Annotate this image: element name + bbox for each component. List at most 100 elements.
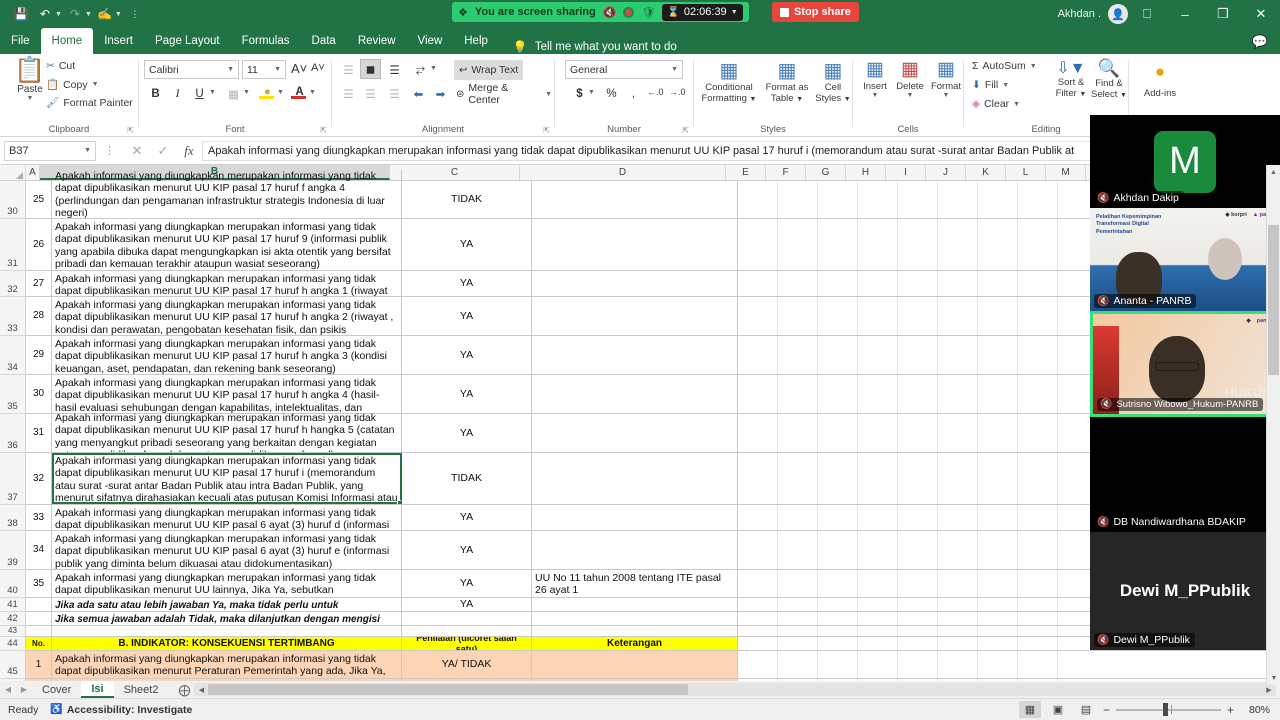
fill-button[interactable]: ⬇ Fill ▼ [972, 79, 1009, 91]
cell-a44[interactable]: No. [26, 637, 52, 650]
cell-k37[interactable] [978, 453, 1018, 504]
cell-l43[interactable] [1018, 626, 1058, 636]
tab-insert[interactable]: Insert [93, 28, 144, 54]
cell-h39[interactable] [858, 531, 898, 569]
next-sheet-icon[interactable]: ▶ [16, 685, 32, 694]
cell-i33[interactable] [898, 297, 938, 335]
cell-h41[interactable] [858, 598, 898, 611]
vertical-scroll-thumb[interactable] [1268, 225, 1279, 375]
cell-l34[interactable] [1018, 336, 1058, 374]
zoom-out-button[interactable]: − [1103, 703, 1110, 717]
cell-f31[interactable] [778, 219, 818, 270]
cell-b30[interactable]: Apakah informasi yang diungkapkan merupa… [52, 170, 402, 218]
comments-icon[interactable]: 💬 [1252, 34, 1268, 50]
cell-i37[interactable] [898, 453, 938, 504]
row-header[interactable]: 42 [0, 612, 26, 626]
insert-function-icon[interactable]: fx [176, 143, 202, 159]
cell-f38[interactable] [778, 505, 818, 530]
tab-page-layout[interactable]: Page Layout [144, 28, 231, 54]
cell-i32[interactable] [898, 271, 938, 296]
borders-dropdown-icon[interactable]: ▼ [243, 89, 250, 96]
row-header[interactable]: 31 [0, 219, 26, 271]
cell-a36[interactable]: 31 [26, 414, 52, 452]
cancel-edit-icon[interactable]: ✕ [124, 143, 150, 159]
cell-g38[interactable] [818, 505, 858, 530]
cell-l45[interactable] [1018, 651, 1058, 678]
cell-j40[interactable] [938, 570, 978, 597]
horizontal-scroll-thumb[interactable] [208, 684, 689, 695]
cell-f33[interactable] [778, 297, 818, 335]
font-size-combo[interactable]: 11 ▼ [242, 60, 286, 79]
format-cells-button[interactable]: ▦ Format ▼ [929, 58, 963, 99]
sheet-tab-sheet2[interactable]: Sheet2 [114, 681, 169, 698]
cell-i39[interactable] [898, 531, 938, 569]
align-right-icon[interactable]: ☰ [384, 84, 405, 104]
accessibility-status[interactable]: ♿ Accessibility: Investigate [50, 704, 192, 716]
cell-e34[interactable] [738, 336, 778, 374]
cell-e38[interactable] [738, 505, 778, 530]
cell-a35[interactable]: 30 [26, 375, 52, 413]
fill-color-button[interactable]: ● [257, 82, 278, 102]
cell-d31[interactable] [532, 219, 738, 270]
row-header[interactable]: 30 [0, 181, 26, 219]
vertical-scrollbar[interactable]: ▲ ▼ [1266, 165, 1280, 685]
fill-dropdown-icon[interactable]: ▼ [277, 89, 284, 96]
delete-cells-button[interactable]: ▦ Delete ▼ [893, 58, 927, 99]
cell-k40[interactable] [978, 570, 1018, 597]
chevron-down-icon[interactable]: ▼ [731, 9, 738, 16]
clear-dropdown-icon[interactable]: ▼ [1013, 101, 1020, 108]
tell-me-box[interactable]: 💡 Tell me what you want to do [513, 40, 677, 54]
cell-c45[interactable]: YA/ TIDAK [402, 651, 532, 678]
cell-h45[interactable] [858, 651, 898, 678]
bold-button[interactable]: B [145, 84, 166, 104]
cell-i40[interactable] [898, 570, 938, 597]
cell-k45[interactable] [978, 651, 1018, 678]
cell-j38[interactable] [938, 505, 978, 530]
cell-a45[interactable]: 1 [26, 651, 52, 678]
cell-f43[interactable] [778, 626, 818, 636]
confirm-edit-icon[interactable]: ✓ [150, 143, 176, 159]
sheet-tab-isi[interactable]: Isi [81, 681, 114, 698]
insert-cells-button[interactable]: ▦ Insert ▼ [859, 58, 891, 99]
cell-e37[interactable] [738, 453, 778, 504]
cell-j44[interactable] [938, 637, 978, 650]
increase-indent-icon[interactable]: ➡ [430, 84, 451, 104]
participant-tile[interactable]: Dewi M_PPublik 🔇 Dewi M_PPublik [1090, 532, 1280, 650]
cell-l41[interactable] [1018, 598, 1058, 611]
row-header[interactable]: 33 [0, 297, 26, 336]
undo-dropdown-icon[interactable]: ▼ [55, 11, 62, 18]
cell-b33[interactable]: Apakah informasi yang diungkapkan merupa… [52, 297, 402, 335]
sort-filter-button[interactable]: ⇩▼ Sort & Filter ▼ [1052, 58, 1090, 100]
cell-d32[interactable] [532, 271, 738, 296]
cell-g37[interactable] [818, 453, 858, 504]
row-header[interactable]: 45 [0, 651, 26, 679]
percent-button[interactable]: % [601, 84, 622, 104]
shield-icon[interactable]: 🛡 [641, 6, 655, 19]
tab-view[interactable]: View [407, 28, 454, 54]
cell-l37[interactable] [1018, 453, 1058, 504]
cell-h34[interactable] [858, 336, 898, 374]
tab-help[interactable]: Help [453, 28, 499, 54]
number-format-combo[interactable]: General ▼ [565, 60, 683, 79]
cell-i31[interactable] [898, 219, 938, 270]
column-header-i[interactable]: I [886, 165, 926, 180]
find-select-button[interactable]: 🔍 Find & Select ▼ [1090, 58, 1128, 101]
avatar[interactable]: 👤 [1108, 4, 1128, 24]
cell-j42[interactable] [938, 612, 978, 625]
cell-e39[interactable] [738, 531, 778, 569]
minimize-icon[interactable]: – [1166, 0, 1204, 28]
cell-l35[interactable] [1018, 375, 1058, 413]
cell-f30[interactable] [778, 181, 818, 218]
cell-k35[interactable] [978, 375, 1018, 413]
normal-view-icon[interactable]: ▦ [1018, 701, 1041, 718]
cell-b41[interactable]: Jika ada satu atau lebih jawaban Ya, mak… [52, 598, 402, 611]
cell-i30[interactable] [898, 181, 938, 218]
cell-l31[interactable] [1018, 219, 1058, 270]
italic-button[interactable]: I [167, 84, 188, 104]
cell-h36[interactable] [858, 414, 898, 452]
cell-g30[interactable] [818, 181, 858, 218]
align-top-icon[interactable]: ☰ [338, 60, 359, 80]
cell-a41[interactable] [26, 598, 52, 611]
align-middle-icon[interactable]: ◼ [360, 59, 381, 79]
cell-h31[interactable] [858, 219, 898, 270]
